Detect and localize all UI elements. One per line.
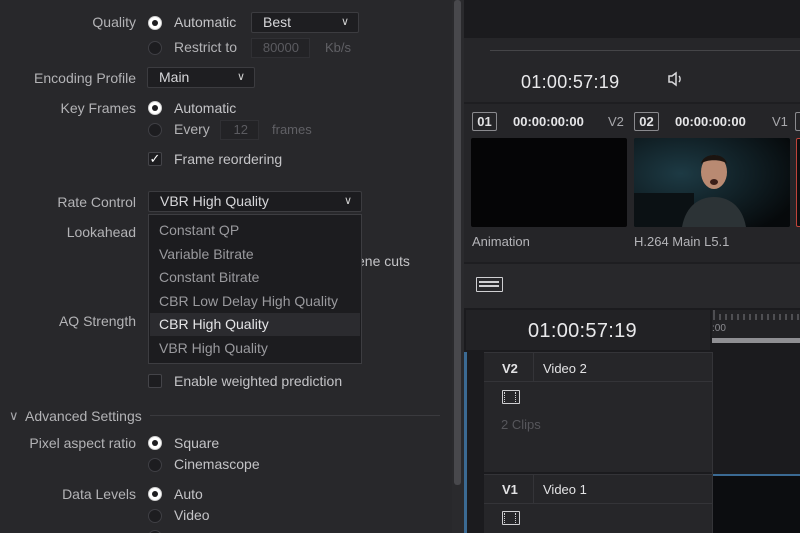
frame-reordering-checkbox[interactable]: ✓ xyxy=(148,152,162,166)
dropdown-item[interactable]: CBR Low Delay High Quality xyxy=(159,293,338,309)
restrict-bitrate-field[interactable]: 80000 xyxy=(251,38,310,58)
rate-control-label: Rate Control xyxy=(57,194,136,210)
rate-control-combo[interactable]: VBR High Quality ∨ xyxy=(148,191,362,212)
pixel-aspect-cinemascope-label: Cinemascope xyxy=(174,456,260,472)
advanced-settings-header[interactable]: Advanced Settings xyxy=(25,408,142,424)
viewer-scrubber[interactable] xyxy=(490,50,800,51)
viewer-toolbar xyxy=(464,38,800,102)
quality-restrict-radio[interactable] xyxy=(148,41,162,55)
viewer-timecode: 01:00:57:19 xyxy=(521,72,620,92)
quality-restrict-label: Restrict to xyxy=(174,39,238,55)
film-icon xyxy=(502,390,520,404)
restrict-unit: Kb/s xyxy=(325,40,352,55)
clip-track: V2 xyxy=(608,114,624,129)
keyframes-every-field[interactable]: 12 xyxy=(220,120,259,140)
settings-scrollbar[interactable] xyxy=(454,0,461,485)
keyframes-automatic-label: Automatic xyxy=(174,100,237,116)
track-header-v2[interactable] xyxy=(484,352,712,472)
lookahead-label: Lookahead xyxy=(66,224,136,240)
data-levels-video-radio[interactable] xyxy=(148,509,162,523)
rate-control-value: VBR High Quality xyxy=(160,193,269,209)
encoding-profile-combo[interactable]: Main ∨ xyxy=(147,67,255,88)
timeline-toolbar xyxy=(464,264,800,308)
rate-control-dropdown-list: Constant QP Variable Bitrate Constant Bi… xyxy=(148,214,362,364)
pixel-aspect-cinemascope-radio[interactable] xyxy=(148,458,162,472)
track-clip-count: 2 Clips xyxy=(501,417,541,432)
track-divider xyxy=(533,352,534,382)
v1-timeline-clip[interactable] xyxy=(713,474,800,533)
timeline-view-icon[interactable] xyxy=(476,277,503,292)
chevron-down-icon: ∨ xyxy=(236,71,245,83)
clip-track: V1 xyxy=(772,114,788,129)
timeline-ruler[interactable]: :00 xyxy=(712,310,800,340)
advanced-settings-chevron-icon[interactable]: ∨ xyxy=(9,408,19,424)
track-divider xyxy=(484,503,712,504)
dropdown-item[interactable]: Variable Bitrate xyxy=(159,246,254,262)
data-levels-video-label: Video xyxy=(174,507,210,523)
data-levels-auto-label: Auto xyxy=(174,486,203,502)
key-frames-label: Key Frames xyxy=(60,100,136,116)
speaker-icon[interactable] xyxy=(667,70,685,88)
viewer-area xyxy=(464,0,800,38)
film-icon xyxy=(502,511,520,525)
track-selection-edge xyxy=(464,352,467,533)
keyframes-every-label: Every xyxy=(174,121,210,137)
weighted-prediction-checkbox[interactable] xyxy=(148,374,162,388)
pixel-aspect-square-radio[interactable] xyxy=(148,436,162,450)
chevron-down-icon: ∨ xyxy=(340,16,349,28)
pixel-aspect-square-label: Square xyxy=(174,435,220,451)
track-divider xyxy=(533,474,534,504)
data-levels-auto-radio[interactable] xyxy=(148,487,162,501)
media-panel: 01:00:57:19 01 00:00:00:00 V2 02 00:00:0… xyxy=(464,0,800,533)
clip-timecode: 00:00:00:00 xyxy=(675,114,746,129)
track-name-v1: Video 1 xyxy=(543,482,587,497)
quality-automatic-radio[interactable] xyxy=(148,16,162,30)
clip-index: 01 xyxy=(472,112,497,131)
ruler-label: :00 xyxy=(712,323,726,334)
keyframes-every-radio[interactable] xyxy=(148,123,162,137)
quality-label: Quality xyxy=(92,14,136,30)
clip-timecode: 00:00:00:00 xyxy=(513,114,584,129)
clip-index-partial xyxy=(795,112,800,131)
aq-strength-label: AQ Strength xyxy=(58,313,136,329)
track-divider xyxy=(484,381,712,382)
track-name-v2: Video 2 xyxy=(543,361,587,376)
encoding-profile-value: Main xyxy=(159,69,190,85)
dropdown-item[interactable]: VBR High Quality xyxy=(159,340,268,356)
clip-caption: H.264 Main L5.1 xyxy=(634,234,730,249)
quality-combo-value: Best xyxy=(263,14,292,30)
clip-thumbnail-partial[interactable] xyxy=(796,138,800,227)
clip-caption: Animation xyxy=(472,234,530,249)
render-settings-panel: Quality Automatic Best ∨ Restrict to 800… xyxy=(0,0,452,533)
dropdown-item[interactable]: Constant QP xyxy=(159,222,239,238)
encoding-profile-label: Encoding Profile xyxy=(34,70,136,86)
pixel-aspect-label: Pixel aspect ratio xyxy=(29,435,136,451)
frame-reordering-label: Frame reordering xyxy=(174,151,283,167)
quality-automatic-label: Automatic xyxy=(174,14,237,30)
keyframes-automatic-radio[interactable] xyxy=(148,101,162,115)
track-id-v1: V1 xyxy=(502,482,518,497)
timeline-range-bar xyxy=(712,338,800,343)
scene-cuts-label-partial: ene cuts xyxy=(357,253,410,269)
dropdown-item-highlighted[interactable]: CBR High Quality xyxy=(159,316,269,332)
chevron-down-icon: ∨ xyxy=(343,195,352,207)
clip-thumbnail-animation[interactable] xyxy=(471,138,627,227)
timeline-timecode: 01:00:57:19 xyxy=(528,320,637,342)
track-id-v2: V2 xyxy=(502,361,518,376)
weighted-prediction-label: Enable weighted prediction xyxy=(174,373,343,389)
clip-index: 02 xyxy=(634,112,659,131)
dropdown-item[interactable]: Constant Bitrate xyxy=(159,269,259,285)
data-levels-label: Data Levels xyxy=(62,486,136,502)
quality-combo[interactable]: Best ∨ xyxy=(251,12,359,33)
clip-thumbnail-video[interactable] xyxy=(634,138,790,227)
section-divider xyxy=(150,415,440,416)
keyframes-unit: frames xyxy=(272,122,312,137)
